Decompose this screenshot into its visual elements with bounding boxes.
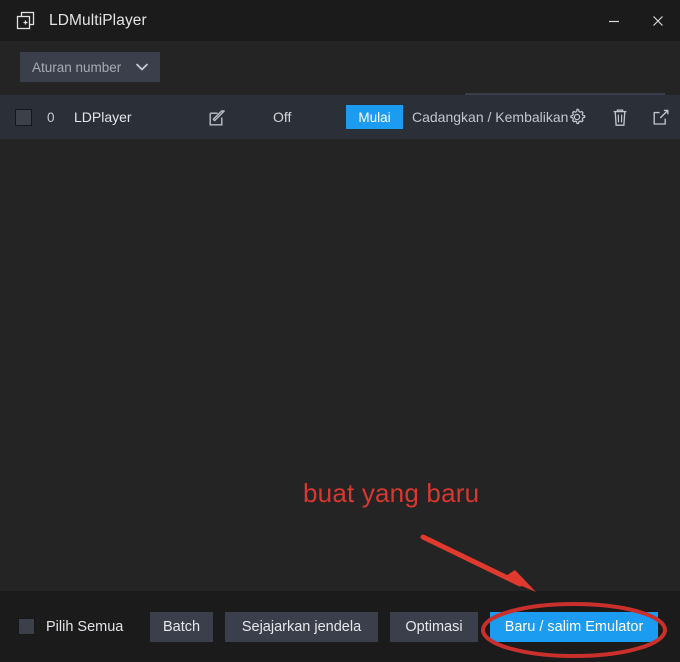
select-all-control[interactable]: Pilih Semua [18,618,123,635]
share-export-icon[interactable] [651,107,671,127]
table-row[interactable]: 0 LDPlayer Off Mulai Cadangkan / Kembali… [0,95,680,139]
rule-select-label: Aturan number [32,59,122,75]
backup-restore-label[interactable]: Cadangkan / Kembalikan [412,109,568,125]
emulator-list: 0 LDPlayer Off Mulai Cadangkan / Kembali… [0,95,680,591]
window-controls [592,0,680,41]
rule-select-dropdown[interactable]: Aturan number [20,52,160,82]
edit-pencil-icon[interactable] [207,107,228,128]
annotation-text: buat yang baru [303,478,480,508]
gear-icon[interactable] [567,107,587,127]
bottom-bar: Pilih Semua Batch Sejajarkan jendela Opt… [0,591,680,662]
batch-button[interactable]: Batch [150,611,213,642]
add-window-icon [13,8,39,34]
select-all-label: Pilih Semua [46,618,124,635]
ldmultiplayer-window: LDMultiPlayer Aturan number Mencari 0 LD… [0,0,680,662]
minimize-icon[interactable] [592,0,636,41]
close-icon[interactable] [636,0,680,41]
new-emulator-button[interactable]: Baru / salim Emulator [490,611,658,642]
row-status: Off [273,109,292,125]
row-index: 0 [47,109,55,125]
chevron-down-icon [133,58,151,76]
align-windows-button[interactable]: Sejajarkan jendela [225,611,378,642]
optimize-button[interactable]: Optimasi [390,611,478,642]
toolbar: Aturan number [0,41,680,124]
window-title: LDMultiPlayer [49,11,147,29]
row-checkbox[interactable] [15,108,32,126]
trash-icon[interactable] [610,107,630,128]
select-all-checkbox[interactable] [18,618,35,635]
start-button[interactable]: Mulai [346,105,403,129]
title-bar: LDMultiPlayer [0,0,680,41]
row-name: LDPlayer [74,109,132,125]
